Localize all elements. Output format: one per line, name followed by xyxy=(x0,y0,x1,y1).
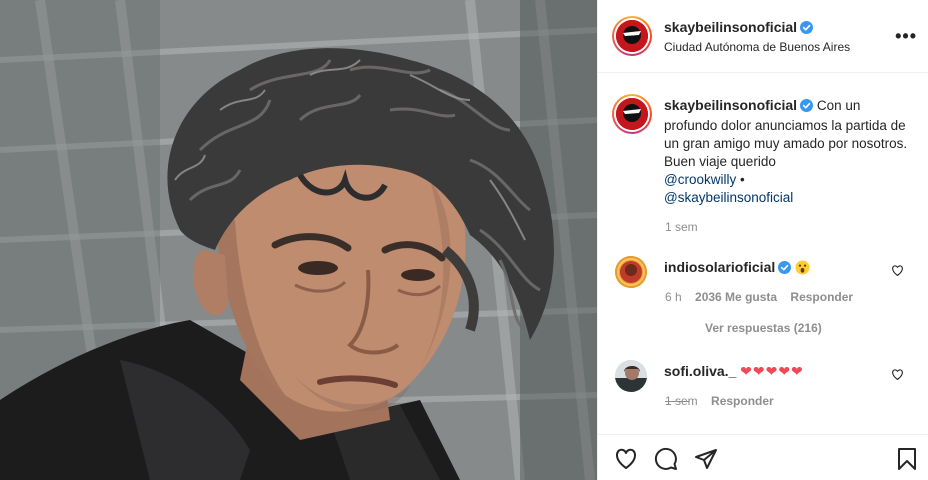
view-replies-button[interactable]: Ver respuestas (216) xyxy=(705,321,822,335)
verified-icon xyxy=(800,99,814,117)
reply-button[interactable]: Responder xyxy=(711,394,774,408)
comment-time[interactable]: 6 h xyxy=(665,290,682,304)
commenter-avatar[interactable] xyxy=(615,256,647,288)
heart-icon[interactable] xyxy=(614,447,638,476)
header-username[interactable]: skaybeilinsonoficial xyxy=(664,19,797,35)
verified-icon xyxy=(778,261,792,279)
comment-body: sofi.oliva._ ❤❤❤❤❤ xyxy=(664,362,804,381)
action-bar xyxy=(598,434,928,480)
mention-crookwilly[interactable]: @crookwilly xyxy=(664,172,736,187)
comment-body: indiosolarioficial xyxy=(664,258,810,279)
caption-username[interactable]: skaybeilinsonoficial xyxy=(664,97,797,113)
portrait-illustration xyxy=(0,0,597,480)
post-side-panel: skaybeilinsonoficial Ciudad Autónoma de … xyxy=(597,0,928,480)
caption-separator: • xyxy=(739,172,745,187)
avatar-photo-icon xyxy=(615,360,647,392)
comment-likes[interactable]: 2036 Me gusta xyxy=(695,290,777,304)
more-icon[interactable]: ••• xyxy=(895,26,917,47)
avatar-logo-icon xyxy=(616,98,648,130)
caption-time[interactable]: 1 sem xyxy=(665,220,698,234)
mention-skaybeilinson[interactable]: @skaybeilinsonoficial xyxy=(664,190,793,205)
comment-meta: 6 h 2036 Me gusta Responder xyxy=(665,290,853,304)
share-icon[interactable] xyxy=(694,447,718,476)
comment-like-heart-icon[interactable] xyxy=(891,264,904,282)
comment-username[interactable]: indiosolarioficial xyxy=(664,259,775,275)
comments-list: skaybeilinsonoficial Con un profundo dol… xyxy=(598,74,928,434)
post-header: skaybeilinsonoficial Ciudad Autónoma de … xyxy=(598,0,928,73)
comment-hearts: ❤❤❤❤❤ xyxy=(740,364,804,380)
comment-emoji xyxy=(795,260,810,275)
post-image[interactable] xyxy=(0,0,597,480)
avatar-logo-icon xyxy=(616,20,648,52)
bookmark-icon[interactable] xyxy=(895,447,919,476)
avatar-photo-icon xyxy=(615,256,647,288)
header-location[interactable]: Ciudad Autónoma de Buenos Aires xyxy=(664,40,850,54)
author-avatar[interactable] xyxy=(612,16,652,56)
comment-time[interactable]: 1 sem xyxy=(665,394,698,408)
reply-button[interactable]: Responder xyxy=(790,290,853,304)
verified-icon xyxy=(800,21,814,39)
caption-avatar[interactable] xyxy=(612,94,652,134)
caption: skaybeilinsonoficial Con un profundo dol… xyxy=(664,96,914,207)
astonished-face-icon xyxy=(795,260,810,275)
comment-username[interactable]: sofi.oliva._ xyxy=(664,363,736,379)
comment-like-heart-icon[interactable] xyxy=(891,368,904,386)
comment-icon[interactable] xyxy=(654,447,678,476)
commenter-avatar[interactable] xyxy=(615,360,647,392)
comment-meta: 1 sem Responder xyxy=(665,394,774,408)
